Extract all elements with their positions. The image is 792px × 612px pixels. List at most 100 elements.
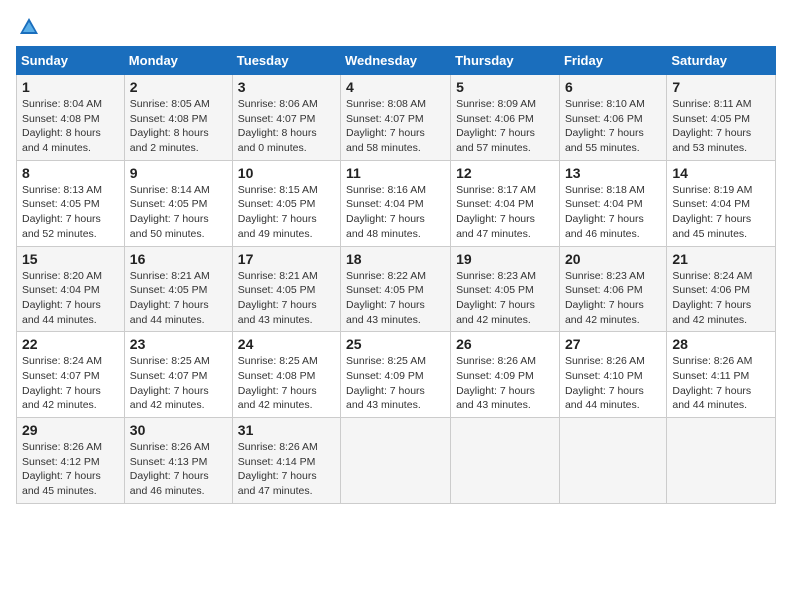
day-number: 15 bbox=[22, 251, 119, 267]
day-info: Sunrise: 8:15 AMSunset: 4:05 PMDaylight:… bbox=[238, 183, 335, 242]
day-info: Sunrise: 8:10 AMSunset: 4:06 PMDaylight:… bbox=[565, 97, 661, 156]
calendar-cell: 31 Sunrise: 8:26 AMSunset: 4:14 PMDaylig… bbox=[232, 418, 340, 504]
day-info: Sunrise: 8:11 AMSunset: 4:05 PMDaylight:… bbox=[672, 97, 770, 156]
day-info: Sunrise: 8:26 AMSunset: 4:11 PMDaylight:… bbox=[672, 354, 770, 413]
day-number: 25 bbox=[346, 336, 445, 352]
day-number: 1 bbox=[22, 79, 119, 95]
day-info: Sunrise: 8:26 AMSunset: 4:09 PMDaylight:… bbox=[456, 354, 554, 413]
weekday-header-thursday: Thursday bbox=[451, 47, 560, 75]
day-number: 30 bbox=[130, 422, 227, 438]
day-number: 29 bbox=[22, 422, 119, 438]
day-info: Sunrise: 8:23 AMSunset: 4:06 PMDaylight:… bbox=[565, 269, 661, 328]
day-number: 4 bbox=[346, 79, 445, 95]
weekday-header-monday: Monday bbox=[124, 47, 232, 75]
weekday-header-sunday: Sunday bbox=[17, 47, 125, 75]
day-info: Sunrise: 8:18 AMSunset: 4:04 PMDaylight:… bbox=[565, 183, 661, 242]
calendar-cell: 8 Sunrise: 8:13 AMSunset: 4:05 PMDayligh… bbox=[17, 160, 125, 246]
day-number: 10 bbox=[238, 165, 335, 181]
day-number: 31 bbox=[238, 422, 335, 438]
calendar-cell: 14 Sunrise: 8:19 AMSunset: 4:04 PMDaylig… bbox=[667, 160, 776, 246]
calendar-cell: 21 Sunrise: 8:24 AMSunset: 4:06 PMDaylig… bbox=[667, 246, 776, 332]
day-number: 21 bbox=[672, 251, 770, 267]
day-number: 5 bbox=[456, 79, 554, 95]
day-number: 16 bbox=[130, 251, 227, 267]
calendar-cell: 22 Sunrise: 8:24 AMSunset: 4:07 PMDaylig… bbox=[17, 332, 125, 418]
calendar-cell: 5 Sunrise: 8:09 AMSunset: 4:06 PMDayligh… bbox=[451, 75, 560, 161]
day-info: Sunrise: 8:09 AMSunset: 4:06 PMDaylight:… bbox=[456, 97, 554, 156]
day-info: Sunrise: 8:21 AMSunset: 4:05 PMDaylight:… bbox=[130, 269, 227, 328]
day-info: Sunrise: 8:17 AMSunset: 4:04 PMDaylight:… bbox=[456, 183, 554, 242]
calendar-cell: 4 Sunrise: 8:08 AMSunset: 4:07 PMDayligh… bbox=[341, 75, 451, 161]
day-number: 7 bbox=[672, 79, 770, 95]
day-number: 28 bbox=[672, 336, 770, 352]
day-number: 20 bbox=[565, 251, 661, 267]
day-number: 13 bbox=[565, 165, 661, 181]
calendar-cell: 20 Sunrise: 8:23 AMSunset: 4:06 PMDaylig… bbox=[559, 246, 666, 332]
weekday-header-tuesday: Tuesday bbox=[232, 47, 340, 75]
day-info: Sunrise: 8:06 AMSunset: 4:07 PMDaylight:… bbox=[238, 97, 335, 156]
day-info: Sunrise: 8:24 AMSunset: 4:06 PMDaylight:… bbox=[672, 269, 770, 328]
day-info: Sunrise: 8:25 AMSunset: 4:08 PMDaylight:… bbox=[238, 354, 335, 413]
calendar-cell: 6 Sunrise: 8:10 AMSunset: 4:06 PMDayligh… bbox=[559, 75, 666, 161]
day-info: Sunrise: 8:20 AMSunset: 4:04 PMDaylight:… bbox=[22, 269, 119, 328]
day-info: Sunrise: 8:26 AMSunset: 4:14 PMDaylight:… bbox=[238, 440, 335, 499]
calendar-cell: 28 Sunrise: 8:26 AMSunset: 4:11 PMDaylig… bbox=[667, 332, 776, 418]
day-number: 17 bbox=[238, 251, 335, 267]
day-number: 22 bbox=[22, 336, 119, 352]
calendar-cell: 2 Sunrise: 8:05 AMSunset: 4:08 PMDayligh… bbox=[124, 75, 232, 161]
day-number: 18 bbox=[346, 251, 445, 267]
calendar-table: SundayMondayTuesdayWednesdayThursdayFrid… bbox=[16, 46, 776, 504]
calendar-cell: 18 Sunrise: 8:22 AMSunset: 4:05 PMDaylig… bbox=[341, 246, 451, 332]
day-info: Sunrise: 8:25 AMSunset: 4:09 PMDaylight:… bbox=[346, 354, 445, 413]
calendar-cell: 27 Sunrise: 8:26 AMSunset: 4:10 PMDaylig… bbox=[559, 332, 666, 418]
day-number: 2 bbox=[130, 79, 227, 95]
day-info: Sunrise: 8:21 AMSunset: 4:05 PMDaylight:… bbox=[238, 269, 335, 328]
day-info: Sunrise: 8:24 AMSunset: 4:07 PMDaylight:… bbox=[22, 354, 119, 413]
calendar-cell: 3 Sunrise: 8:06 AMSunset: 4:07 PMDayligh… bbox=[232, 75, 340, 161]
day-number: 12 bbox=[456, 165, 554, 181]
day-info: Sunrise: 8:23 AMSunset: 4:05 PMDaylight:… bbox=[456, 269, 554, 328]
day-info: Sunrise: 8:22 AMSunset: 4:05 PMDaylight:… bbox=[346, 269, 445, 328]
day-info: Sunrise: 8:26 AMSunset: 4:12 PMDaylight:… bbox=[22, 440, 119, 499]
day-number: 23 bbox=[130, 336, 227, 352]
day-number: 27 bbox=[565, 336, 661, 352]
calendar-cell: 24 Sunrise: 8:25 AMSunset: 4:08 PMDaylig… bbox=[232, 332, 340, 418]
calendar-cell: 17 Sunrise: 8:21 AMSunset: 4:05 PMDaylig… bbox=[232, 246, 340, 332]
calendar-cell bbox=[451, 418, 560, 504]
calendar-cell: 9 Sunrise: 8:14 AMSunset: 4:05 PMDayligh… bbox=[124, 160, 232, 246]
calendar-cell: 26 Sunrise: 8:26 AMSunset: 4:09 PMDaylig… bbox=[451, 332, 560, 418]
weekday-header-friday: Friday bbox=[559, 47, 666, 75]
day-info: Sunrise: 8:05 AMSunset: 4:08 PMDaylight:… bbox=[130, 97, 227, 156]
calendar-cell: 16 Sunrise: 8:21 AMSunset: 4:05 PMDaylig… bbox=[124, 246, 232, 332]
calendar-cell: 12 Sunrise: 8:17 AMSunset: 4:04 PMDaylig… bbox=[451, 160, 560, 246]
day-info: Sunrise: 8:13 AMSunset: 4:05 PMDaylight:… bbox=[22, 183, 119, 242]
logo-icon bbox=[18, 16, 40, 38]
day-info: Sunrise: 8:14 AMSunset: 4:05 PMDaylight:… bbox=[130, 183, 227, 242]
weekday-header-saturday: Saturday bbox=[667, 47, 776, 75]
calendar-cell: 15 Sunrise: 8:20 AMSunset: 4:04 PMDaylig… bbox=[17, 246, 125, 332]
calendar-cell: 7 Sunrise: 8:11 AMSunset: 4:05 PMDayligh… bbox=[667, 75, 776, 161]
calendar-cell: 30 Sunrise: 8:26 AMSunset: 4:13 PMDaylig… bbox=[124, 418, 232, 504]
calendar-cell: 10 Sunrise: 8:15 AMSunset: 4:05 PMDaylig… bbox=[232, 160, 340, 246]
day-info: Sunrise: 8:19 AMSunset: 4:04 PMDaylight:… bbox=[672, 183, 770, 242]
weekday-header-wednesday: Wednesday bbox=[341, 47, 451, 75]
day-info: Sunrise: 8:25 AMSunset: 4:07 PMDaylight:… bbox=[130, 354, 227, 413]
day-number: 9 bbox=[130, 165, 227, 181]
day-info: Sunrise: 8:04 AMSunset: 4:08 PMDaylight:… bbox=[22, 97, 119, 156]
calendar-cell: 13 Sunrise: 8:18 AMSunset: 4:04 PMDaylig… bbox=[559, 160, 666, 246]
logo bbox=[16, 16, 40, 38]
page-header bbox=[16, 16, 776, 38]
calendar-cell: 25 Sunrise: 8:25 AMSunset: 4:09 PMDaylig… bbox=[341, 332, 451, 418]
day-info: Sunrise: 8:26 AMSunset: 4:10 PMDaylight:… bbox=[565, 354, 661, 413]
day-number: 11 bbox=[346, 165, 445, 181]
day-info: Sunrise: 8:08 AMSunset: 4:07 PMDaylight:… bbox=[346, 97, 445, 156]
calendar-cell bbox=[667, 418, 776, 504]
day-info: Sunrise: 8:16 AMSunset: 4:04 PMDaylight:… bbox=[346, 183, 445, 242]
calendar-cell: 11 Sunrise: 8:16 AMSunset: 4:04 PMDaylig… bbox=[341, 160, 451, 246]
day-number: 14 bbox=[672, 165, 770, 181]
calendar-cell bbox=[559, 418, 666, 504]
calendar-cell: 19 Sunrise: 8:23 AMSunset: 4:05 PMDaylig… bbox=[451, 246, 560, 332]
calendar-cell: 29 Sunrise: 8:26 AMSunset: 4:12 PMDaylig… bbox=[17, 418, 125, 504]
day-number: 3 bbox=[238, 79, 335, 95]
day-info: Sunrise: 8:26 AMSunset: 4:13 PMDaylight:… bbox=[130, 440, 227, 499]
